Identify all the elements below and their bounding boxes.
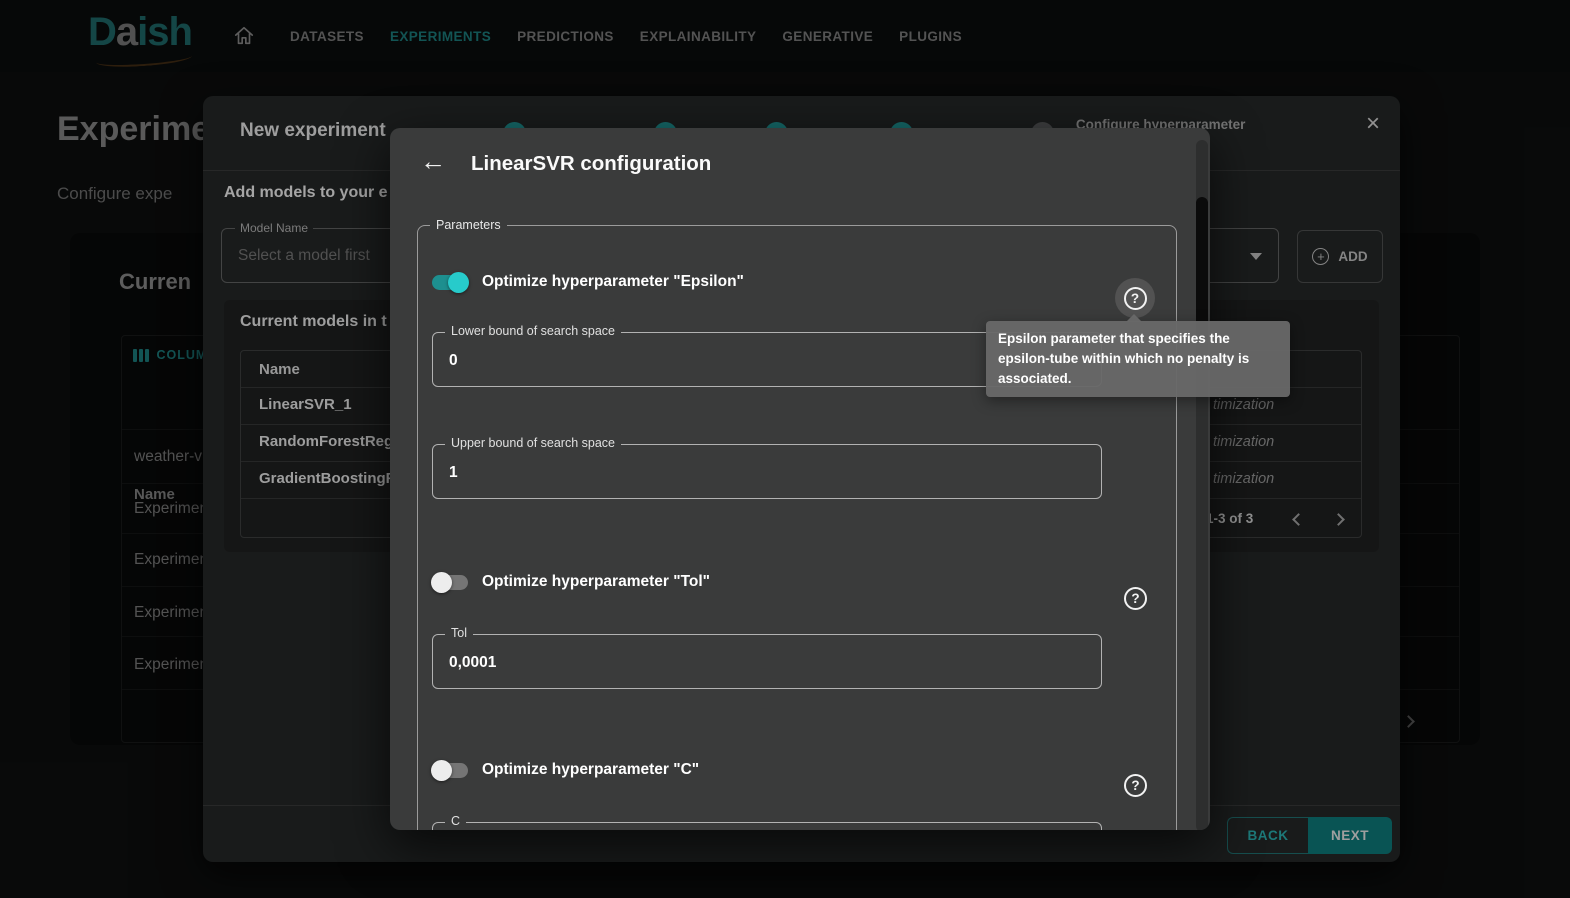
back-arrow-icon[interactable]: ← [420,148,446,174]
epsilon-toggle[interactable] [432,271,469,293]
field-label: Upper bound of search space [445,436,621,450]
epsilon-toggle-label: Optimize hyperparameter "Epsilon" [482,273,744,290]
epsilon-help-icon[interactable]: ? [1115,278,1155,318]
c-field[interactable]: C 1 [432,814,1102,830]
field-value: 0,0001 [449,654,497,671]
tol-field[interactable]: Tol 0,0001 [432,626,1102,689]
tol-toggle-label: Optimize hyperparameter "Tol" [482,573,711,590]
linearsvr-config-modal: ← LinearSVR configuration Parameters Opt… [390,128,1210,830]
field-label: Lower bound of search space [445,324,621,338]
c-toggle[interactable] [431,759,468,781]
field-value: 0 [449,352,458,369]
parameters-legend: Parameters [436,218,501,232]
c-toggle-row: Optimize hyperparameter "C" [431,758,700,782]
config-modal-title: LinearSVR configuration [471,152,712,175]
parameters-fieldset: Parameters Optimize hyperparameter "Epsi… [417,218,1177,830]
scrollbar-thumb[interactable] [1196,197,1208,340]
epsilon-toggle-row: Optimize hyperparameter "Epsilon" [432,270,744,294]
field-value: 1 [449,464,458,481]
toggle-knob [448,271,469,293]
field-value: 1 [449,823,458,830]
scrollbar-track[interactable] [1196,140,1208,830]
epsilon-tooltip: Epsilon parameter that specifies the eps… [986,314,1290,397]
toggle-knob [431,571,452,593]
upper-bound-field[interactable]: Upper bound of search space 1 [432,436,1102,499]
c-help-icon[interactable]: ? [1124,774,1147,797]
tol-help-icon[interactable]: ? [1124,587,1147,610]
c-toggle-label: Optimize hyperparameter "C" [482,761,700,778]
toggle-knob [431,759,452,781]
tol-toggle[interactable] [431,571,468,593]
tol-toggle-row: Optimize hyperparameter "Tol" [431,570,711,594]
screen: Daish DATASETS EXPERIMENTS PREDICTIONS E… [0,0,1570,898]
